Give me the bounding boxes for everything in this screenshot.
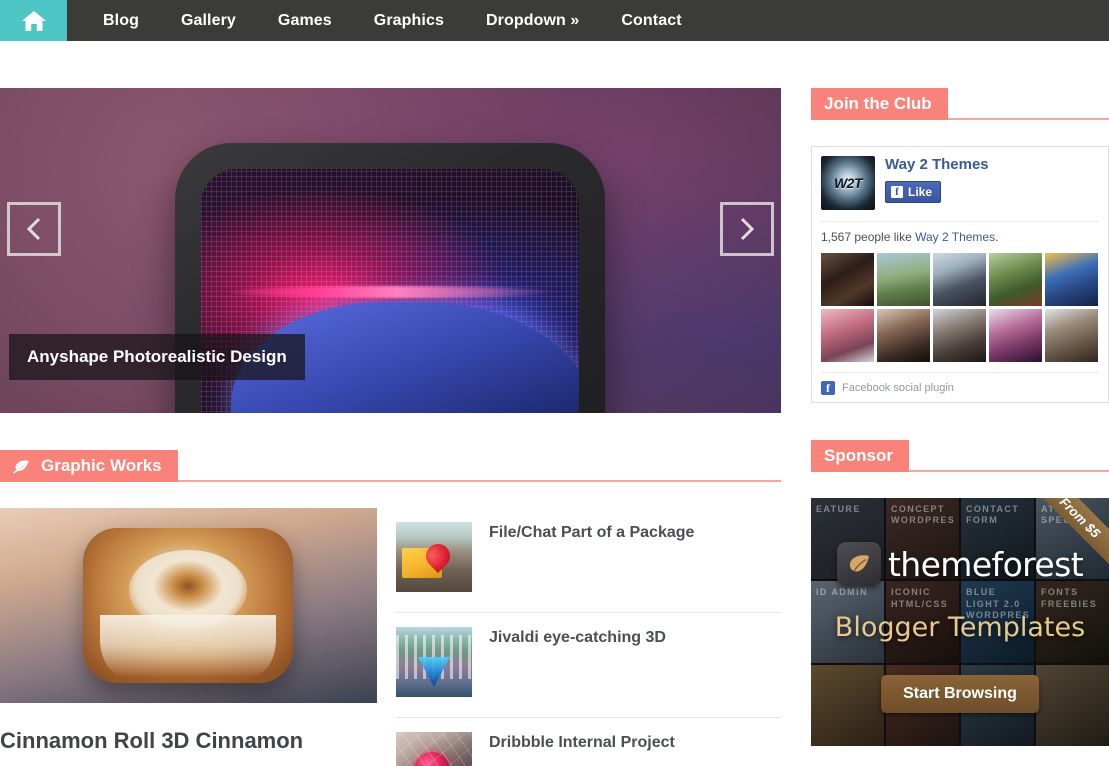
nav-item-gallery[interactable]: Gallery <box>160 0 257 41</box>
facebook-like-count-suffix: . <box>995 230 999 244</box>
facepile-avatar[interactable] <box>821 253 874 306</box>
folder-pin-thumbnail-graphic <box>396 522 472 592</box>
facepile-avatar[interactable] <box>1045 309 1098 362</box>
ad-subtitle: Blogger Templates <box>834 612 1086 643</box>
main-navbar: Blog Gallery Games Graphics Dropdown » C… <box>0 0 1109 41</box>
sidebar: Join the Club W2T Way 2 Themes f Like 1,… <box>811 88 1109 746</box>
post-list-item[interactable]: Dribbble Internal Project <box>396 718 781 766</box>
car-light-streak <box>223 285 557 298</box>
post-thumbnail[interactable] <box>396 627 472 697</box>
waterfall-prism-thumbnail-graphic <box>396 627 472 697</box>
facebook-plugin-footer: f Facebook social plugin <box>821 372 1099 395</box>
nav-item-blog[interactable]: Blog <box>82 0 160 41</box>
cinnamon-roll-graphic <box>83 528 293 683</box>
ad-tile-label: Fonts Freebies <box>1041 587 1098 609</box>
ad-tile-label: ICONIC HTML/CSS <box>891 587 949 609</box>
hero-slider: Anyshape Photorealistic Design <box>0 88 781 413</box>
page-container: Anyshape Photorealistic Design Graphic W… <box>0 41 1109 766</box>
ad-tile <box>1036 664 1109 746</box>
facebook-plugin-footer-text: Facebook social plugin <box>842 382 954 394</box>
graphic-works-title: Graphic Works <box>41 456 162 475</box>
nav-item-dropdown[interactable]: Dropdown » <box>465 0 600 41</box>
slider-next-button[interactable] <box>720 202 774 256</box>
facebook-like-button[interactable]: f Like <box>885 180 942 203</box>
post-list-item[interactable]: Jivaldi eye-catching 3D <box>396 613 781 718</box>
sponsor-widget: Sponsor EATURE CONCEPT WORDPRESS CONTACT… <box>811 440 1109 746</box>
post-title[interactable]: Jivaldi eye-catching 3D <box>489 627 666 648</box>
themeforest-leaf-icon <box>836 542 881 586</box>
leaf-icon <box>13 459 30 474</box>
facebook-facepile <box>821 253 1099 362</box>
posts-wrapper: Cinnamon Roll 3D Cinnamon Lorem ipsum do… <box>0 508 781 766</box>
home-button[interactable] <box>0 0 67 41</box>
sponsor-title-bar: Sponsor <box>811 440 909 472</box>
facepile-avatar[interactable] <box>877 309 930 362</box>
themeforest-ad-banner[interactable]: EATURE CONCEPT WORDPRESS CONTACT FORM AT… <box>811 498 1109 746</box>
post-title[interactable]: File/Chat Part of a Package <box>489 522 694 543</box>
home-icon <box>21 9 47 33</box>
featured-post-image[interactable] <box>0 508 377 703</box>
ad-tile-label: CONTACT FORM <box>966 504 1020 526</box>
facepile-avatar[interactable] <box>821 309 874 362</box>
facebook-page-meta: Way 2 Themes f Like <box>885 156 989 203</box>
facebook-f-icon: f <box>821 381 835 395</box>
featured-post: Cinnamon Roll 3D Cinnamon Lorem ipsum do… <box>0 508 378 766</box>
facebook-like-box: W2T Way 2 Themes f Like 1,567 people lik… <box>811 146 1109 403</box>
facebook-like-count: 1,567 people like Way 2 Themes. <box>821 230 1099 244</box>
facebook-like-label: Like <box>908 184 933 199</box>
ad-brand-name: themeforest <box>887 544 1084 584</box>
graphic-works-heading: Graphic Works <box>0 450 781 482</box>
facebook-page-header: W2T Way 2 Themes f Like <box>821 156 1099 210</box>
slider-caption[interactable]: Anyshape Photorealistic Design <box>9 334 305 380</box>
post-thumbnail[interactable] <box>396 732 472 766</box>
nav-item-games[interactable]: Games <box>257 0 353 41</box>
graphic-works-title-bar: Graphic Works <box>0 450 178 482</box>
post-thumbnail[interactable] <box>396 522 472 592</box>
nav-links: Blog Gallery Games Graphics Dropdown » C… <box>67 0 703 41</box>
join-the-club-title-bar: Join the Club <box>811 88 948 120</box>
join-the-club-widget: Join the Club W2T Way 2 Themes f Like 1,… <box>811 88 1109 403</box>
start-browsing-button[interactable]: Start Browsing <box>881 675 1039 713</box>
facepile-avatar[interactable] <box>877 253 930 306</box>
ad-tile-label: CONCEPT WORDPRESS <box>891 504 955 526</box>
nav-item-contact[interactable]: Contact <box>600 0 702 41</box>
nav-item-graphics[interactable]: Graphics <box>353 0 465 41</box>
facebook-like-count-link[interactable]: Way 2 Themes <box>915 230 995 244</box>
facepile-avatar[interactable] <box>1045 253 1098 306</box>
post-title[interactable]: Dribbble Internal Project <box>489 732 675 753</box>
sponsor-title: Sponsor <box>824 446 893 465</box>
facebook-page-name[interactable]: Way 2 Themes <box>885 156 989 174</box>
facebook-page-logo[interactable]: W2T <box>821 156 875 210</box>
ad-tile-label: ID ADMIN <box>816 587 868 598</box>
slider-prev-button[interactable] <box>7 202 61 256</box>
facebook-page-logo-text: W2T <box>833 175 863 191</box>
ad-tile <box>811 664 884 746</box>
facepile-avatar[interactable] <box>933 309 986 362</box>
post-list: File/Chat Part of a Package Jivaldi eye-… <box>396 508 781 766</box>
facepile-avatar[interactable] <box>989 309 1042 362</box>
facepile-avatar[interactable] <box>989 253 1042 306</box>
basketball-thumbnail-graphic <box>396 732 472 766</box>
ad-brand-lockup: themeforest <box>811 542 1109 586</box>
ad-tile-label: EATURE <box>816 504 861 514</box>
sponsor-heading: Sponsor <box>811 440 1109 472</box>
main-content-column: Anyshape Photorealistic Design Graphic W… <box>0 88 781 766</box>
facepile-avatar[interactable] <box>933 253 986 306</box>
join-the-club-title: Join the Club <box>824 94 932 113</box>
post-list-item[interactable]: File/Chat Part of a Package <box>396 508 781 613</box>
join-the-club-heading: Join the Club <box>811 88 1109 120</box>
facebook-f-icon: f <box>891 185 903 198</box>
facebook-like-count-prefix: 1,567 people like <box>821 230 916 244</box>
featured-post-title[interactable]: Cinnamon Roll 3D Cinnamon <box>0 728 378 754</box>
chevron-right-icon <box>737 216 757 242</box>
divider <box>821 221 1099 222</box>
chevron-left-icon <box>24 216 44 242</box>
